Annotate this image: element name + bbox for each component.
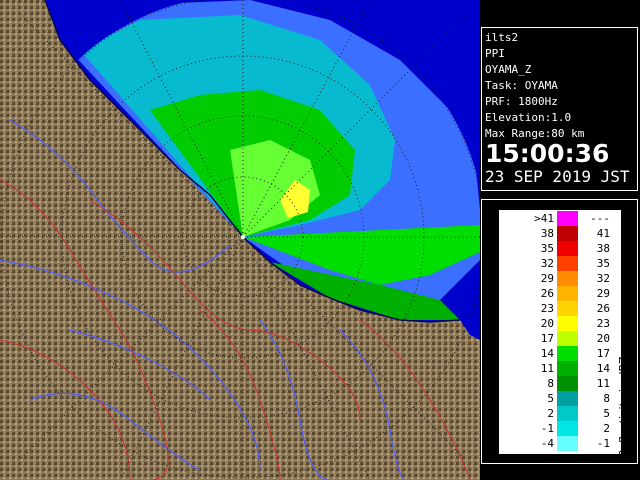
- legend-high-value: -1: [596, 437, 610, 450]
- legend-low-value: 29: [540, 272, 554, 285]
- legend-low-value: -1: [540, 422, 554, 435]
- legend-low-value: -4: [540, 437, 554, 450]
- site-name: ilts2: [485, 31, 519, 44]
- legend-low-value: 20: [540, 317, 554, 330]
- legend-swatch: [557, 316, 578, 331]
- legend-swatch: [557, 226, 578, 241]
- scan-date: 23 SEP 2019 JST: [485, 167, 630, 186]
- legend-swatch: [557, 286, 578, 301]
- legend-row: 11 14: [500, 361, 620, 376]
- scan-type: PPI: [485, 47, 505, 60]
- legend-high-value: 11: [596, 377, 610, 390]
- legend-low-value: 23: [540, 302, 554, 315]
- legend-row: 58: [500, 391, 620, 406]
- legend-high-value: 2: [603, 422, 610, 435]
- legend-high-value: 14: [596, 362, 610, 375]
- radar-display[interactable]: [0, 0, 480, 480]
- legend-swatch: [557, 406, 578, 421]
- legend-high-value: 35: [596, 257, 610, 270]
- legend-row: 14 17: [500, 346, 620, 361]
- scan-time: 15:00:36: [485, 139, 610, 168]
- legend-swatch: [557, 361, 578, 376]
- legend-low-value: 2: [547, 407, 554, 420]
- radar-map: [0, 0, 480, 480]
- legend-low-value: 8: [547, 377, 554, 390]
- legend-low-value: 5: [547, 392, 554, 405]
- legend-swatch: [557, 301, 578, 316]
- legend-row: 23 26: [500, 301, 620, 316]
- legend-high-value: 29: [596, 287, 610, 300]
- legend-row: 20 23: [500, 316, 620, 331]
- color-legend-panel: >41 --- 38 41 35 38 32 35 29 32 26 29 23 26 20 23 17 20 14…: [481, 199, 638, 464]
- legend-swatch: [557, 241, 578, 256]
- legend-swatch: [557, 331, 578, 346]
- legend-high-value: 20: [596, 332, 610, 345]
- legend-swatch: [557, 421, 578, 436]
- legend-row: 17 20: [500, 331, 620, 346]
- legend-row: 35 38: [500, 241, 620, 256]
- prf-label: PRF: 1800Hz: [485, 95, 558, 108]
- legend-swatch: [557, 376, 578, 391]
- legend-row: -1 2: [500, 421, 620, 436]
- task-label: Task: OYAMA: [485, 79, 558, 92]
- scan-info-panel: ilts2 PPI OYAMA_Z Task: OYAMA PRF: 1800H…: [481, 27, 638, 191]
- legend-row: 29 32: [500, 271, 620, 286]
- legend-high-value: 41: [596, 227, 610, 240]
- legend-row: 25: [500, 406, 620, 421]
- legend-row: 32 35: [500, 256, 620, 271]
- legend-swatch: [557, 346, 578, 361]
- legend-swatch: [557, 211, 578, 226]
- legend-low-value: 14: [540, 347, 554, 360]
- legend-row: 26 29: [500, 286, 620, 301]
- legend-low-value: 38: [540, 227, 554, 240]
- radar-site-marker: [241, 235, 245, 239]
- legend-low-value: 17: [540, 332, 554, 345]
- legend-low-value: 32: [540, 257, 554, 270]
- elevation-label: Elevation:1.0: [485, 111, 572, 124]
- legend-high-value: ---: [590, 212, 610, 225]
- legend-swatch: [557, 436, 578, 451]
- product-name: OYAMA_Z: [485, 63, 532, 76]
- legend-frame: >41 --- 38 41 35 38 32 35 29 32 26 29 23 26 20 23 17 20 14…: [499, 210, 630, 457]
- legend-row: 8 11: [500, 376, 620, 391]
- legend-high-value: 8: [603, 392, 610, 405]
- legend-low-value: >41: [534, 212, 554, 225]
- legend-high-value: 5: [603, 407, 610, 420]
- legend-high-value: 23: [596, 317, 610, 330]
- legend-low-value: 26: [540, 287, 554, 300]
- legend-high-value: 32: [596, 272, 610, 285]
- legend-swatch: [557, 391, 578, 406]
- legend-unit-label: Reflectivity in dBZ: [617, 356, 630, 457]
- legend-high-value: 17: [596, 347, 610, 360]
- legend-low-value: 11: [540, 362, 554, 375]
- legend-row: 38 41: [500, 226, 620, 241]
- legend-row: -4 -1: [500, 436, 620, 451]
- legend-high-value: 38: [596, 242, 610, 255]
- legend-swatch: [557, 271, 578, 286]
- legend-row: >41 ---: [500, 211, 620, 226]
- legend-swatch: [557, 256, 578, 271]
- legend-high-value: 26: [596, 302, 610, 315]
- legend-low-value: 35: [540, 242, 554, 255]
